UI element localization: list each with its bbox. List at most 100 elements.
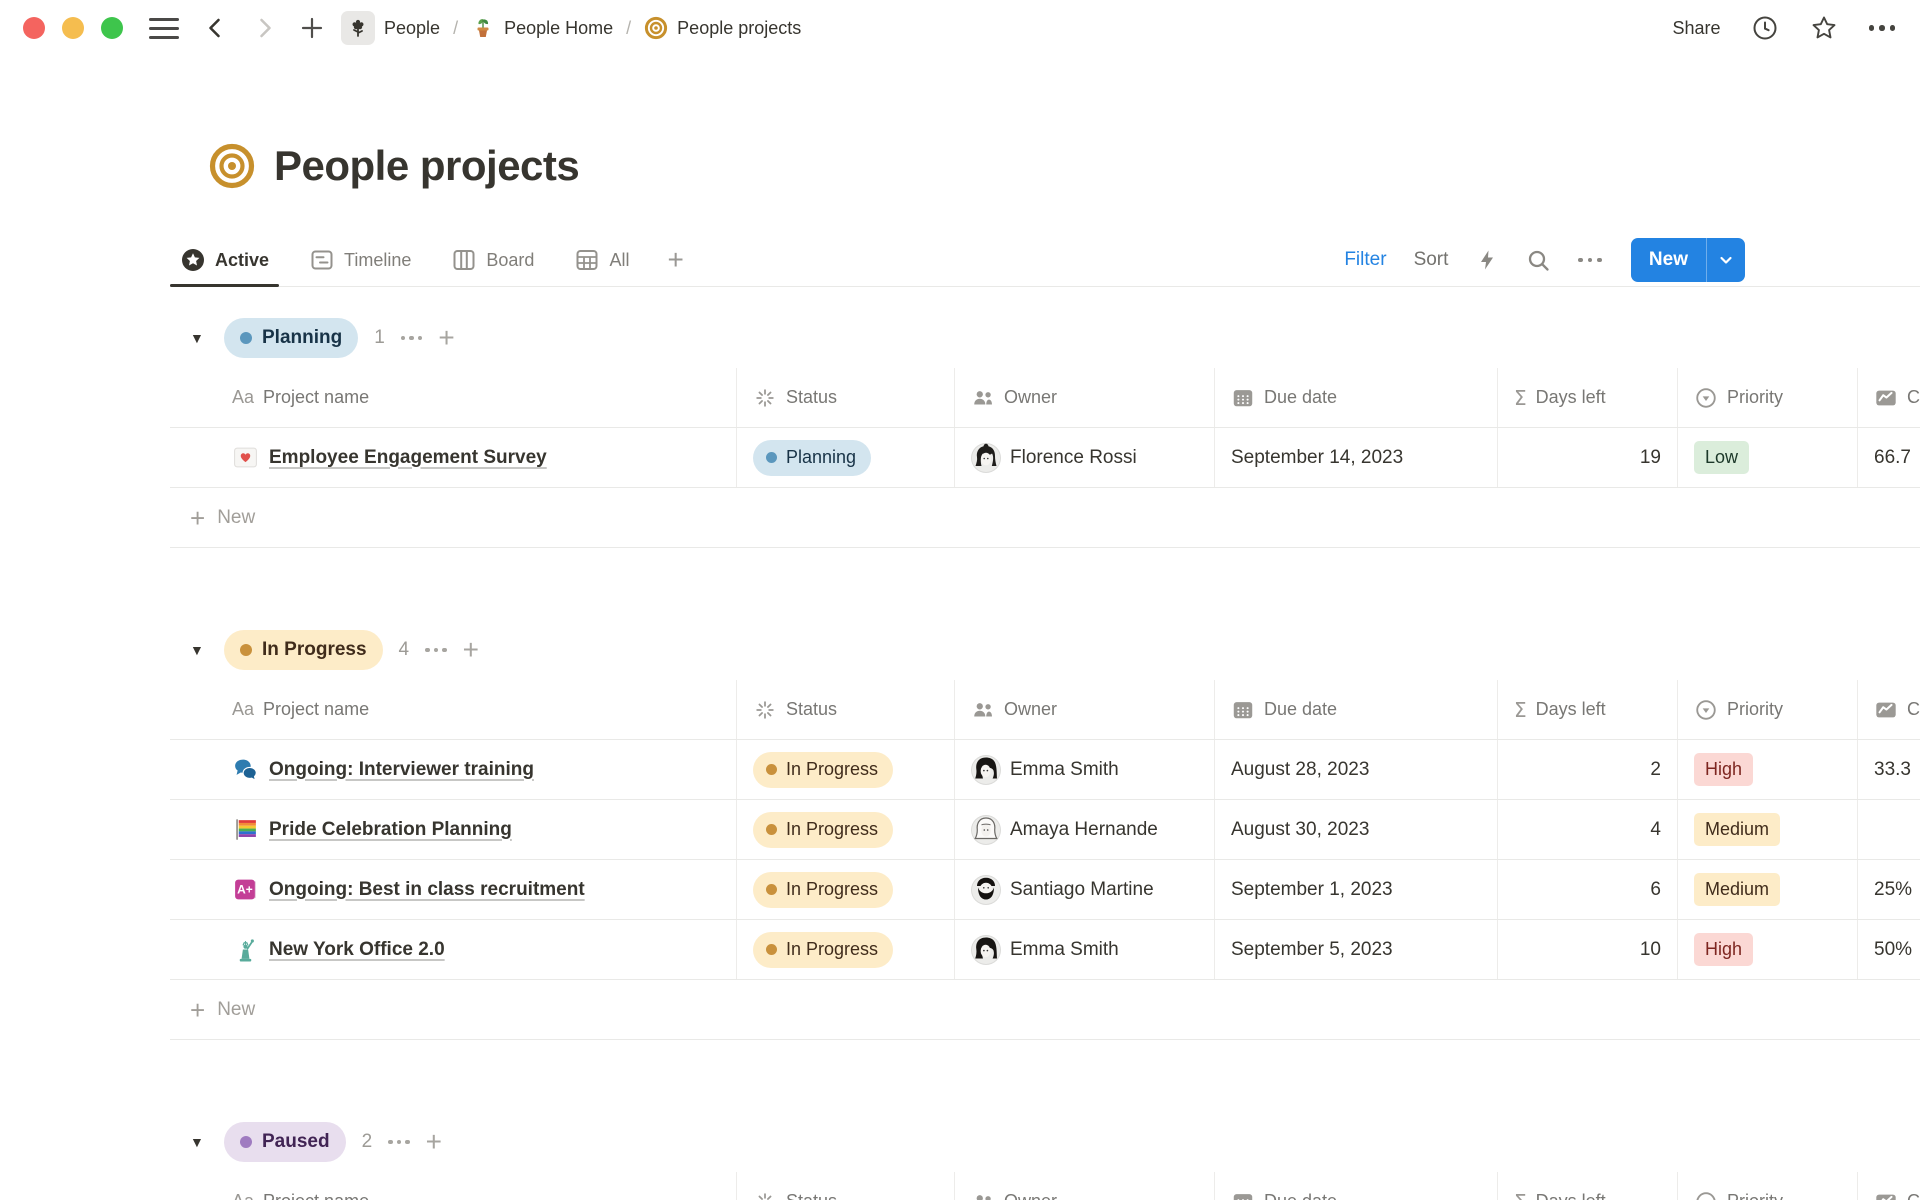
group-tag-planning[interactable]: Planning [224,318,358,358]
clock-icon[interactable] [1751,14,1779,42]
column-header-owner[interactable]: Owner [955,368,1215,427]
tab-active[interactable]: Active [170,234,279,286]
tab-board[interactable]: Board [441,234,544,286]
days-left-cell[interactable]: 6 [1498,860,1678,919]
target-icon[interactable] [208,142,256,190]
column-header-completion[interactable]: C [1858,1172,1920,1200]
due-date-cell[interactable]: September 5, 2023 [1215,920,1498,979]
share-button[interactable]: Share [1672,18,1720,39]
project-name-link[interactable]: Pride Celebration Planning [269,819,512,841]
due-date-cell[interactable]: August 28, 2023 [1215,740,1498,799]
column-header-name[interactable]: AaProject name [170,680,737,739]
column-header-days[interactable]: Σ Days left [1498,368,1678,427]
group-more-icon[interactable] [401,336,423,341]
table-row[interactable]: New York Office 2.0 In Progress Emma Smi… [170,920,1920,980]
completion-cell[interactable]: 66.7 [1858,428,1920,487]
owner-cell[interactable]: Emma Smith [955,920,1215,979]
chevron-down-icon[interactable] [1706,238,1745,282]
add-view-icon[interactable]: + [659,244,691,276]
lightning-icon[interactable] [1475,248,1499,272]
status-cell[interactable]: In Progress [737,920,955,979]
priority-cell[interactable]: High [1678,920,1858,979]
filter-button[interactable]: Filter [1344,249,1386,271]
owner-cell[interactable]: Emma Smith [955,740,1215,799]
new-button-label[interactable]: New [1631,238,1706,282]
owner-cell[interactable]: Florence Rossi [955,428,1215,487]
column-header-due[interactable]: Due date [1215,368,1498,427]
new-row-button[interactable]: + New [170,980,1920,1040]
project-name-link[interactable]: New York Office 2.0 [269,939,445,961]
collapse-toggle-icon[interactable]: ▼ [190,642,208,658]
completion-cell[interactable]: 25% [1858,860,1920,919]
more-options-icon[interactable] [1869,25,1896,31]
status-cell[interactable]: In Progress [737,800,955,859]
completion-cell[interactable] [1858,800,1920,859]
due-date-cell[interactable]: September 1, 2023 [1215,860,1498,919]
favorite-star-icon[interactable] [1809,13,1839,43]
owner-cell[interactable]: Amaya Hernande [955,800,1215,859]
column-header-name[interactable]: Aa Project name [170,368,737,427]
breadcrumb-item-people[interactable]: People [384,18,440,39]
project-name-link[interactable]: Ongoing: Best in class recruitment [269,879,585,901]
project-name-cell[interactable]: A+ Ongoing: Best in class recruitment [170,860,737,919]
project-name-link[interactable]: Employee Engagement Survey [269,447,547,469]
breadcrumb-item-people-projects[interactable]: People projects [677,18,801,39]
column-header-status[interactable]: Status [737,1172,955,1200]
tab-timeline[interactable]: Timeline [299,234,421,286]
breadcrumb-item-people-home[interactable]: People Home [504,18,613,39]
table-row[interactable]: Pride Celebration Planning In Progress A… [170,800,1920,860]
group-more-icon[interactable] [425,648,447,653]
column-header-name[interactable]: AaProject name [170,1172,737,1200]
group-more-icon[interactable] [388,1140,410,1145]
project-name-cell[interactable]: New York Office 2.0 [170,920,737,979]
owner-cell[interactable]: Santiago Martine [955,860,1215,919]
group-add-icon[interactable]: + [438,324,454,352]
column-header-due[interactable]: Due date [1215,680,1498,739]
due-date-cell[interactable]: September 14, 2023 [1215,428,1498,487]
project-name-cell[interactable]: Ongoing: Interviewer training [170,740,737,799]
group-tag-paused[interactable]: Paused [224,1122,346,1162]
column-header-owner[interactable]: Owner [955,680,1215,739]
collapse-toggle-icon[interactable]: ▼ [190,330,208,346]
column-header-completion[interactable]: C [1858,680,1920,739]
close-window-button[interactable] [23,17,45,39]
days-left-cell[interactable]: 19 [1498,428,1678,487]
group-add-icon[interactable]: + [426,1128,442,1156]
column-header-due[interactable]: Due date [1215,1172,1498,1200]
days-left-cell[interactable]: 2 [1498,740,1678,799]
project-name-cell[interactable]: Employee Engagement Survey [170,428,737,487]
column-header-priority[interactable]: Priority [1678,680,1858,739]
completion-cell[interactable]: 50% [1858,920,1920,979]
table-row[interactable]: Employee Engagement Survey Planning Flor… [170,428,1920,488]
column-header-completion[interactable]: C [1858,368,1920,427]
status-cell[interactable]: In Progress [737,740,955,799]
new-button[interactable]: New [1631,238,1745,282]
group-add-icon[interactable]: + [463,636,479,664]
completion-cell[interactable]: 33.3 [1858,740,1920,799]
due-date-cell[interactable]: August 30, 2023 [1215,800,1498,859]
priority-cell[interactable]: High [1678,740,1858,799]
back-icon[interactable] [199,11,233,45]
new-row-button[interactable]: + New [170,488,1920,548]
column-header-status[interactable]: Status [737,680,955,739]
priority-cell[interactable]: Low [1678,428,1858,487]
group-tag-in-progress[interactable]: In Progress [224,630,383,670]
status-cell[interactable]: In Progress [737,860,955,919]
column-header-owner[interactable]: Owner [955,1172,1215,1200]
sidebar-menu-icon[interactable] [149,18,179,39]
column-header-days[interactable]: ΣDays left [1498,1172,1678,1200]
table-row[interactable]: A+ Ongoing: Best in class recruitment In… [170,860,1920,920]
column-header-status[interactable]: Status [737,368,955,427]
view-more-options-icon[interactable] [1578,258,1602,263]
tab-all[interactable]: All [564,234,639,286]
minimize-window-button[interactable] [62,17,84,39]
column-header-priority[interactable]: Priority [1678,368,1858,427]
priority-cell[interactable]: Medium [1678,860,1858,919]
days-left-cell[interactable]: 10 [1498,920,1678,979]
table-row[interactable]: Ongoing: Interviewer training In Progres… [170,740,1920,800]
column-header-priority[interactable]: Priority [1678,1172,1858,1200]
zoom-window-button[interactable] [101,17,123,39]
new-page-icon[interactable] [295,11,329,45]
status-cell[interactable]: Planning [737,428,955,487]
search-icon[interactable] [1526,248,1551,273]
